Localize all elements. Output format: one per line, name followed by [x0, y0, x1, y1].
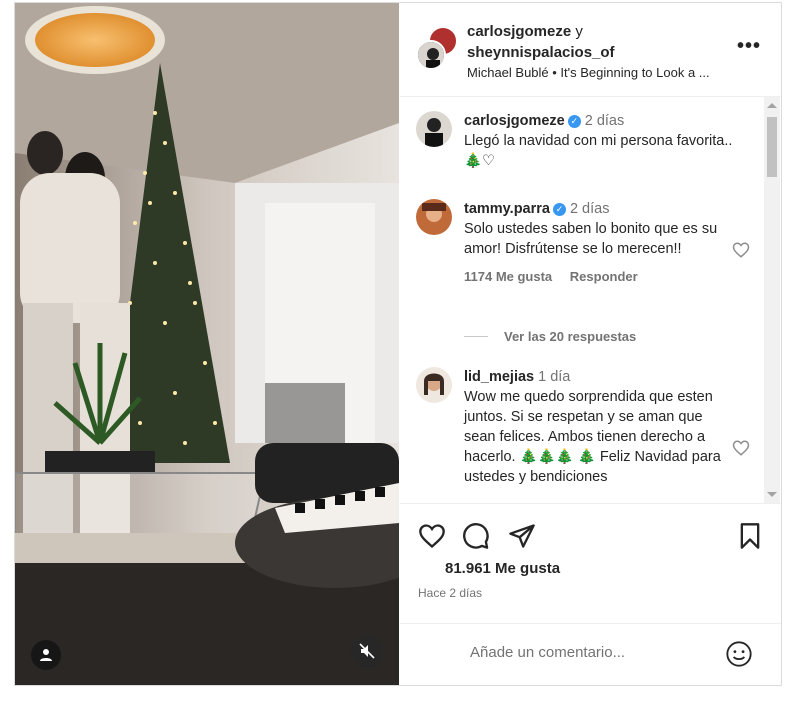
comment-icon[interactable] — [462, 522, 490, 550]
view-replies-label: Ver las 20 respuestas — [504, 329, 637, 344]
avatar-image — [416, 367, 452, 403]
comment-item: carlosjgomeze ✓ 2 días Llegó la navidad co… — [416, 111, 756, 181]
mute-icon — [359, 643, 375, 659]
like-comment-icon[interactable] — [732, 241, 750, 259]
post-authors: carlosjgomeze y sheynnispalacios_of — [467, 21, 615, 63]
add-comment-bar: Añade un comentario... — [400, 623, 781, 686]
comment-item: lid_mejias 1 día Wow me quedo sorprendida… — [416, 367, 756, 503]
avatar-image — [416, 111, 452, 147]
post-like-count[interactable]: 81.961 Me gusta — [445, 560, 560, 577]
user-tag-button[interactable] — [31, 640, 61, 670]
comment-input[interactable]: Añade un comentario... — [470, 644, 625, 661]
bookmark-icon[interactable] — [738, 522, 762, 550]
emoji-icon[interactable] — [725, 640, 753, 668]
post-side-panel: carlosjgomeze y sheynnispalacios_of Mich… — [400, 3, 781, 685]
comment-body: carlosjgomeze ✓ 2 días Llegó la navidad co… — [464, 111, 734, 171]
video-frame-image — [15, 3, 399, 685]
reply-button[interactable]: Responder — [570, 269, 638, 284]
comment-body: tammy.parra ✓ 2 días Solo ustedes saben lo… — [464, 199, 734, 287]
collab-avatars[interactable] — [416, 26, 458, 70]
more-options-button[interactable]: ••• — [737, 36, 761, 56]
author-link-1[interactable]: carlosjgomeze — [467, 23, 571, 40]
comment-text: Wow me quedo sorprendida que esten junto… — [464, 389, 721, 485]
comment-username[interactable]: carlosjgomeze — [464, 113, 565, 129]
scroll-thumb[interactable] — [767, 117, 777, 177]
comment-avatar[interactable] — [416, 199, 452, 235]
comment-time[interactable]: 1 día — [538, 369, 570, 385]
comment-avatar[interactable] — [416, 111, 452, 147]
verified-badge-icon: ✓ — [567, 115, 581, 128]
avatar-image — [416, 199, 452, 235]
share-icon[interactable] — [508, 522, 536, 550]
comment-time[interactable]: 2 días — [585, 113, 625, 129]
comment-text: Solo ustedes saben lo bonito que es su a… — [464, 221, 718, 257]
like-comment-icon[interactable] — [732, 439, 750, 457]
comment-text: Llegó la navidad con mi persona favorita… — [464, 133, 733, 169]
heart-icon[interactable] — [418, 522, 446, 550]
comment-like-count[interactable]: 1174 Me gusta — [464, 269, 552, 284]
verified-badge-icon: ✓ — [552, 203, 566, 216]
author-link-2[interactable]: sheynnispalacios_of — [467, 44, 615, 61]
mute-button[interactable] — [351, 635, 383, 667]
author-conjunction: y — [575, 23, 583, 40]
post-video[interactable] — [15, 3, 399, 685]
post-actions: 81.961 Me gusta Hace 2 días — [400, 503, 781, 624]
comment-time[interactable]: 2 días — [570, 201, 610, 217]
scroll-down-arrow[interactable] — [767, 492, 777, 497]
comment-meta: 1174 Me gusta Responder — [464, 267, 734, 287]
replies-divider — [464, 336, 488, 337]
view-replies-button[interactable]: Ver las 20 respuestas — [464, 329, 636, 344]
comments-scrollbar[interactable] — [764, 97, 780, 503]
audio-track-link[interactable]: Michael Bublé • It's Beginning to Look a… — [467, 65, 710, 80]
scroll-up-arrow[interactable] — [767, 103, 777, 108]
comment-item: tammy.parra ✓ 2 días Solo ustedes saben lo… — [416, 199, 756, 349]
post-header: carlosjgomeze y sheynnispalacios_of Mich… — [400, 3, 781, 97]
user-tag-icon — [40, 649, 52, 661]
post-time[interactable]: Hace 2 días — [418, 586, 482, 600]
avatar-image — [418, 42, 444, 68]
avatar — [416, 40, 446, 70]
comments-list[interactable]: carlosjgomeze ✓ 2 días Llegó la navidad co… — [400, 97, 781, 503]
comment-username[interactable]: tammy.parra — [464, 201, 550, 217]
comment-username[interactable]: lid_mejias — [464, 369, 534, 385]
comment-avatar[interactable] — [416, 367, 452, 403]
comment-body: lid_mejias 1 día Wow me quedo sorprendida… — [464, 367, 734, 487]
